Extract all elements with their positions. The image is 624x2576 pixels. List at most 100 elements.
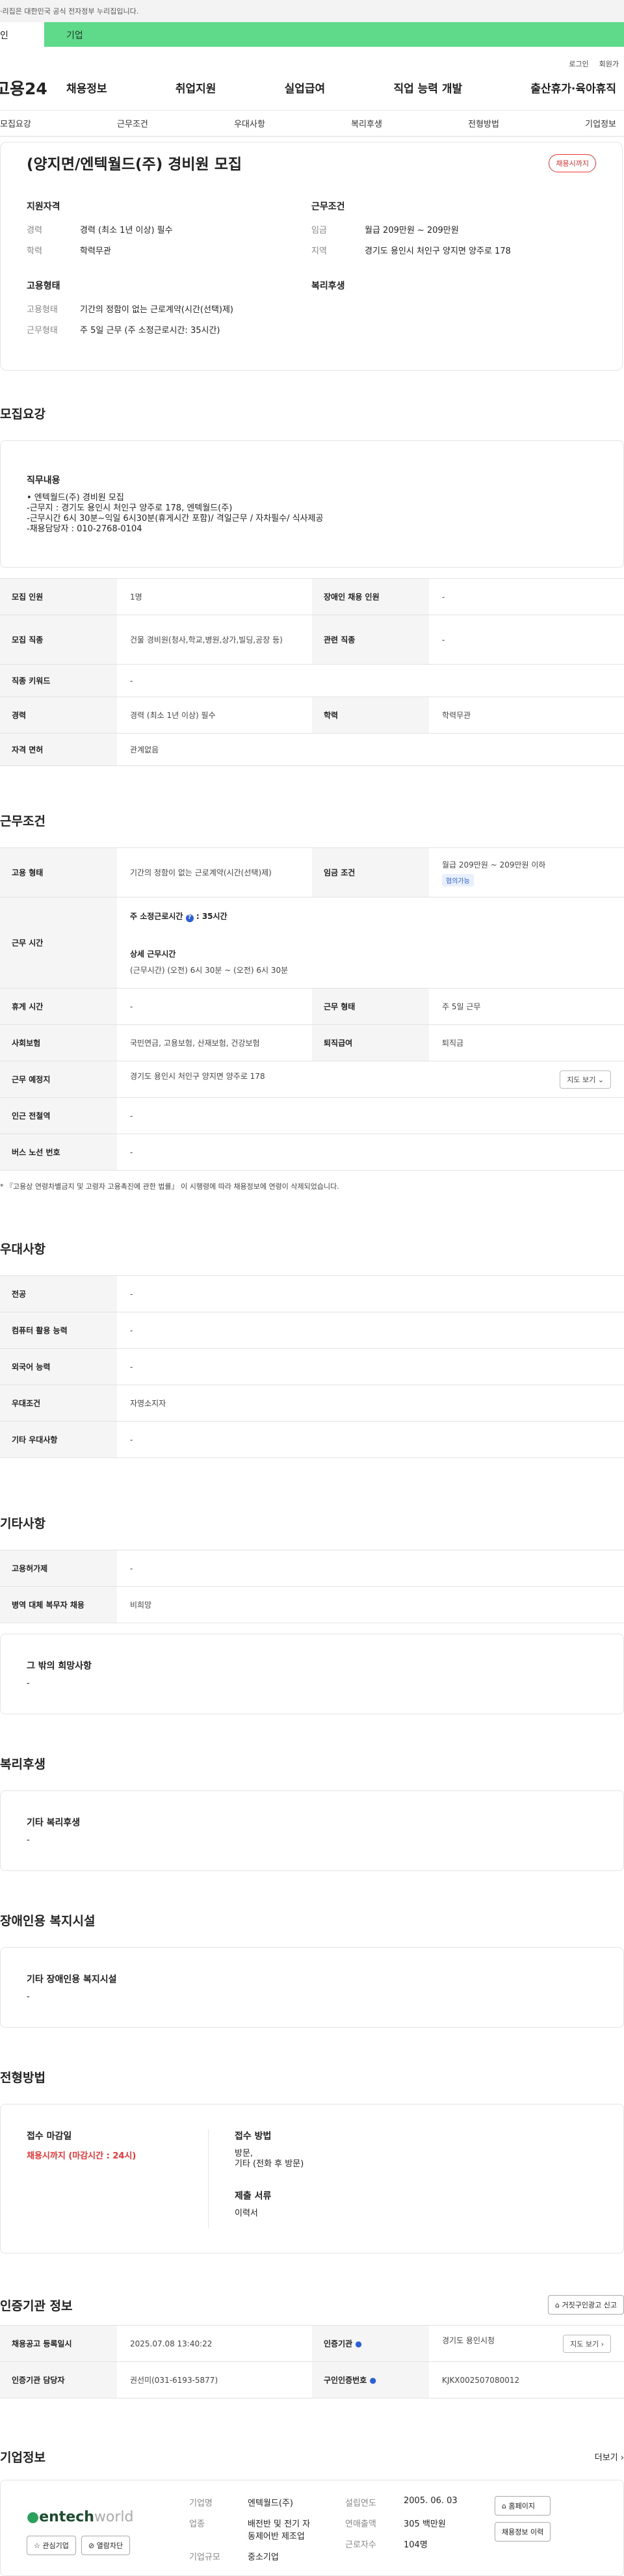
cell-value: 국민연금, 고용보험, 산재보험, 건강보험: [117, 1024, 312, 1061]
utility-links: 로그인 회원가: [0, 47, 624, 68]
cell-value: 관계없음: [117, 733, 624, 766]
cell-label: 인증기관 담당자: [0, 2361, 117, 2398]
map-button[interactable]: 지도 보기 ⌄: [560, 1070, 611, 1089]
cell-value: 비희망: [117, 1586, 624, 1623]
info-icon[interactable]: ●: [369, 2376, 376, 2385]
workplace-address: 경기도 용인시 처인구 양지면 양주로 178: [130, 1071, 265, 1081]
menu-benefit[interactable]: 실업급여: [285, 79, 326, 96]
cell-label: 인근 전철역: [0, 1097, 117, 1134]
block-button[interactable]: ⊘ 열람차단: [81, 2536, 131, 2555]
anchor-work[interactable]: 근무조건: [117, 117, 148, 129]
emp-count-label: 근로자수: [345, 2540, 376, 2550]
emp-type-label: 고용형태: [27, 305, 58, 315]
welfare-heading: 복리후생: [311, 281, 345, 291]
org-value: 경기도 용인시청: [442, 2335, 495, 2345]
leaf-icon: ●: [27, 2509, 40, 2525]
more-link[interactable]: 더보기 ›: [595, 2450, 624, 2463]
cert-map-button[interactable]: 지도 보기 ›: [563, 2334, 611, 2353]
section-benefit-title: 복리후생: [0, 1757, 46, 1772]
emp-type-value: 기간의 정함이 없는 근로계약(시간(선택)제): [80, 305, 234, 315]
org-cell: 경기도 용인시청 지도 보기 ›: [429, 2325, 624, 2362]
section-cert-title: 인증기관 정보: [0, 2298, 73, 2313]
wage-value: 월급 209만원 ~ 209만원: [365, 226, 459, 235]
table-row: 자격 면허 관계없음: [0, 733, 624, 766]
anchor-process[interactable]: 전형방법: [468, 117, 499, 129]
join-link[interactable]: 회원가: [599, 59, 619, 68]
emp-count-value: 104명: [404, 2540, 428, 2550]
chevron-right-icon: ›: [620, 2453, 624, 2463]
cert-table: 채용공고 등록일시 2025.07.08 13:40:22 인증기관 ● 경기도 용인…: [0, 2325, 624, 2398]
cell-label: 경력: [0, 697, 117, 734]
deadline-heading: 접수 마감일: [27, 2131, 72, 2142]
report-button[interactable]: ⌂ 거짓구인광고 신고: [548, 2295, 624, 2315]
anchor-benefit[interactable]: 복리후생: [351, 117, 382, 129]
section-recruit-title: 모집요강: [0, 407, 46, 421]
region-label: 지역: [311, 246, 327, 256]
table-row: 채용공고 등록일시 2025.07.08 13:40:22 인증기관 ● 경기도 용인…: [0, 2325, 624, 2362]
wage-text: 월급 209만원 ~ 209만원 이하: [442, 860, 546, 870]
job-description-box: 직무내용 • 엔텍월드(주) 경비원 모집 -근무지 : 경기도 용인시 처인구…: [0, 440, 624, 568]
etc-wish-box: 그 밖의 희망사항 -: [0, 1634, 624, 1714]
table-row: 경력 경력 (최소 1년 이상) 필수 학력 학력무관: [0, 697, 624, 734]
site-logo[interactable]: 고용24: [0, 76, 66, 100]
biz-value-line: 배전반 및 전기 자: [248, 2519, 311, 2529]
menu-training[interactable]: 직업 능력 개발: [393, 79, 462, 96]
menu-leave[interactable]: 출산휴가·육아휴직: [530, 79, 616, 96]
cell-label: 채용공고 등록일시: [0, 2325, 117, 2362]
favorite-button[interactable]: ☆ 관심기업: [27, 2536, 76, 2555]
detail-hours-value: (근무시간) (오전) 6시 30분 ~ (오전) 6시 30분: [130, 965, 289, 975]
anchor-pref[interactable]: 우대사항: [234, 117, 265, 129]
cell-label: 직종 키워드: [0, 664, 117, 697]
num-label: 구인인증번호: [324, 2376, 367, 2385]
workplace-cell: 경기도 용인시 처인구 양지면 양주로 178 지도 보기 ⌄: [117, 1061, 624, 1098]
work-type-value: 주 5일 근무 (주 소정근로시간: 35시간): [80, 326, 220, 336]
est-value: 2005. 06. 03: [404, 2496, 458, 2506]
cell-label: 임금 조건: [312, 847, 429, 897]
cell-label: 근무 예정지: [0, 1061, 117, 1098]
gov-banner: ·리집은 대한민국 공식 전자정부 누리집입니다.: [0, 0, 624, 22]
menu-recruit[interactable]: 채용정보: [66, 79, 107, 96]
info-icon[interactable]: ?: [185, 914, 194, 922]
cell-value: -: [429, 578, 624, 615]
homepage-button[interactable]: ⌂ 홈페이지: [495, 2496, 551, 2516]
table-row: 고용허가제 -: [0, 1550, 624, 1587]
qual-heading: 지원자격: [27, 202, 60, 212]
global-nav: 고용24 채용정보 취업지원 실업급여 직업 능력 개발 출산휴가·육아휴직: [0, 65, 624, 111]
cond-heading: 근무조건: [311, 202, 345, 212]
cell-label: 모집 직종: [0, 615, 117, 665]
cell-label: 근무 형태: [312, 988, 429, 1025]
menu-support[interactable]: 취업지원: [176, 79, 216, 96]
cell-value: 자영소지자: [117, 1385, 624, 1422]
table-row: 버스 노선 번호 -: [0, 1134, 624, 1171]
cell-value: 경력 (최소 1년 이상) 필수: [117, 697, 312, 734]
tab-company[interactable]: 기업: [44, 22, 83, 47]
cell-value: -: [117, 1097, 624, 1134]
job-desc-line: • 엔텍월드(주) 경비원 모집: [27, 493, 124, 503]
anchor-company[interactable]: 기업정보: [585, 117, 616, 129]
section-company-title: 기업정보: [0, 2450, 46, 2465]
report-label: 거짓구인광고 신고: [562, 2301, 617, 2309]
biz-value: 배전반 및 전기 자동제어반 제조업: [248, 2517, 310, 2542]
section-work-title: 근무조건: [0, 814, 46, 829]
job-desc-line: -근무지 : 경기도 용인시 처인구 양주로 178, 엔텍월드(주): [27, 503, 233, 513]
home-icon: ⌂: [555, 2301, 560, 2309]
biz-value-line: 동제어반 제조업: [248, 2532, 305, 2542]
history-button[interactable]: 채용정보 이력: [495, 2522, 551, 2542]
detail-hours-label: 상세 근무시간: [130, 949, 176, 959]
job-desc-line: -근무시간 6시 30분~익일 6시30분(휴게시간 포함)/ 격일근무 / 자…: [27, 514, 324, 524]
work-type-label: 근무형태: [27, 326, 58, 336]
table-row: 컴퓨터 활용 능력 -: [0, 1312, 624, 1349]
tab-personal[interactable]: 인: [0, 22, 44, 47]
cell-value: -: [117, 1134, 624, 1171]
info-icon[interactable]: ●: [355, 2339, 361, 2348]
cell-label: 인증기관 ●: [312, 2325, 429, 2362]
negotiable-badge: 협의가능: [442, 873, 474, 886]
company-info-col1: 기업명 엔텍월드(주) 업종 배전반 및 전기 자 동제어반 제조업 기업규모 중소기업: [170, 2496, 332, 2562]
star-icon: ☆: [34, 2542, 40, 2550]
method-value: 기타 (전화 후 방문): [235, 2159, 304, 2169]
cell-label: 구인인증번호 ●: [312, 2361, 429, 2398]
table-row: 모집 직종 건물 경비원(청사,학교,병원,상가,빌딩,공장 등) 관련 직종 -: [0, 615, 624, 665]
login-link[interactable]: 로그인: [569, 59, 588, 68]
section-pref-title: 우대사항: [0, 1242, 46, 1256]
anchor-recruit[interactable]: 모집요강: [0, 117, 31, 129]
